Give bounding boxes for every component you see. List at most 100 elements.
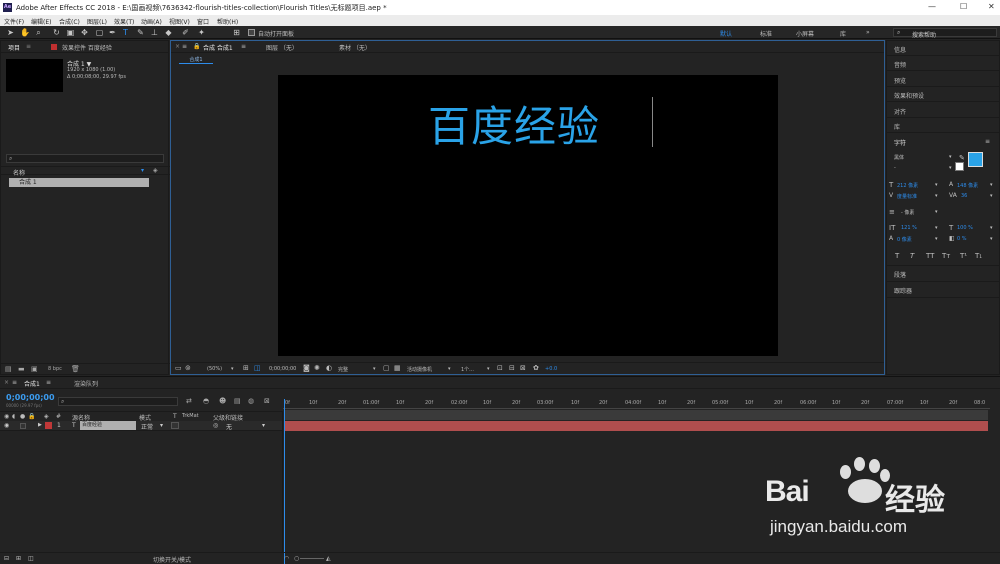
- close-timeline-tab-icon[interactable]: ×: [4, 379, 9, 386]
- tracking-chevron-icon[interactable]: ▾: [990, 193, 993, 199]
- timeline-timecode[interactable]: 0;00;00;00: [6, 393, 55, 402]
- vertical-scale-chevron-icon[interactable]: ▾: [935, 225, 938, 231]
- leading-value[interactable]: 148 像素: [957, 182, 978, 189]
- layer-visibility-icon[interactable]: ◉: [4, 422, 9, 429]
- reset-exposure-icon[interactable]: ✿: [533, 364, 539, 372]
- bpc-label[interactable]: 8 bpc: [48, 366, 62, 372]
- region-of-interest-icon[interactable]: ▢: [383, 364, 390, 372]
- camera-chevron-icon[interactable]: ▾: [448, 366, 451, 372]
- tsume-chevron-icon[interactable]: ▾: [990, 236, 993, 242]
- faux-italic-button[interactable]: T: [910, 252, 914, 260]
- panel-paragraph[interactable]: 段落: [894, 270, 906, 279]
- leading-chevron-icon[interactable]: ▾: [990, 182, 993, 188]
- font-size-value[interactable]: 212 像素: [897, 182, 918, 189]
- tracking-value[interactable]: 36: [961, 193, 967, 199]
- workspace-more-button[interactable]: »: [866, 29, 870, 36]
- layer-switches-icon[interactable]: ⊟: [4, 555, 9, 562]
- column-trkmat[interactable]: TrkMat: [182, 413, 199, 419]
- frame-blending-icon[interactable]: ▤: [234, 397, 241, 405]
- roto-brush-tool-icon[interactable]: ✐: [181, 28, 190, 37]
- grid-icon[interactable]: ⊞: [243, 364, 249, 372]
- font-family-dropdown[interactable]: 黑体: [894, 154, 904, 161]
- layer-trkmat-toggle[interactable]: [171, 422, 179, 429]
- sort-icon[interactable]: ▾: [141, 167, 144, 174]
- zoom-out-icon[interactable]: ◠: [284, 555, 289, 562]
- motion-blur-icon[interactable]: ◍: [248, 397, 254, 405]
- menu-composition[interactable]: 合成(C): [59, 17, 80, 26]
- panel-library[interactable]: 库: [894, 122, 900, 131]
- tab-effects-controls[interactable]: 效果控件 百度经验: [62, 43, 112, 52]
- help-search-input[interactable]: ⌕ 搜索帮助: [893, 28, 997, 39]
- vr-icon[interactable]: ⊚: [185, 364, 191, 372]
- fill-color-swatch[interactable]: [968, 152, 983, 167]
- faux-bold-button[interactable]: T: [895, 252, 899, 260]
- kerning-chevron-icon[interactable]: ▾: [935, 193, 938, 199]
- menu-effect[interactable]: 效果(T): [114, 17, 134, 26]
- zoom-chevron-icon[interactable]: ▾: [231, 366, 234, 372]
- comp-mini-flowchart-icon[interactable]: ⇄: [186, 397, 192, 405]
- font-family-chevron-icon[interactable]: ▾: [949, 154, 952, 160]
- menu-edit[interactable]: 编辑(E): [31, 17, 51, 26]
- zoom-tool-icon[interactable]: ⌕: [34, 28, 43, 37]
- panel-audio[interactable]: 音频: [894, 60, 906, 69]
- parent-chevron-icon[interactable]: ▾: [262, 422, 265, 429]
- panel-character[interactable]: 字符: [894, 138, 906, 147]
- camera-tool-icon[interactable]: ▣: [66, 28, 75, 37]
- timeline-tab-menu-icon[interactable]: ≡: [46, 379, 51, 386]
- pan-behind-tool-icon[interactable]: ✥: [80, 28, 89, 37]
- menu-animation[interactable]: 动画(A): [141, 17, 162, 26]
- tab-menu-icon[interactable]: ≡: [241, 43, 246, 50]
- time-ruler[interactable]: 0f 10f 20f 01:00f 10f 20f 02:00f 10f 20f…: [283, 397, 990, 409]
- layer-expand-icon[interactable]: ▶: [38, 422, 42, 428]
- mask-visibility-icon[interactable]: ◫: [254, 364, 261, 372]
- workspace-small-screen[interactable]: 小屏幕: [796, 29, 814, 38]
- transfer-controls-icon[interactable]: ⊞: [16, 555, 21, 562]
- menu-help[interactable]: 帮助(H): [217, 17, 238, 26]
- stroke-width-value[interactable]: - 像素: [901, 209, 914, 216]
- new-comp-icon[interactable]: ▣: [31, 365, 38, 373]
- font-size-chevron-icon[interactable]: ▾: [935, 182, 938, 188]
- panel-menu-icon[interactable]: ≡: [182, 43, 187, 50]
- timeline-search-input[interactable]: ⌕: [58, 397, 178, 406]
- show-channel-icon[interactable]: ✺: [314, 364, 320, 372]
- in-out-icon[interactable]: ◫: [28, 555, 34, 562]
- kerning-value[interactable]: 度量标准: [897, 193, 917, 200]
- draft-3d-icon[interactable]: ◓: [203, 397, 209, 405]
- subscript-button[interactable]: T₁: [975, 252, 982, 260]
- tab-layer[interactable]: 图层 （无）: [266, 43, 298, 52]
- workspace-default[interactable]: 默认: [720, 29, 732, 38]
- font-style-dropdown[interactable]: -: [894, 165, 896, 171]
- zoom-dropdown[interactable]: (50%): [207, 366, 222, 372]
- lock-icon[interactable]: 🔒: [193, 43, 200, 50]
- comp-flowchart-icon[interactable]: ⊠: [520, 364, 526, 372]
- work-area-bar[interactable]: [285, 410, 988, 420]
- layer-mode-chevron-icon[interactable]: ▾: [160, 422, 163, 429]
- rectangle-tool-icon[interactable]: ▢: [95, 28, 104, 37]
- solo-toggle-icon[interactable]: ●: [20, 413, 25, 420]
- shy-layers-icon[interactable]: ☻: [219, 397, 226, 405]
- superscript-button[interactable]: T¹: [960, 252, 967, 260]
- eraser-tool-icon[interactable]: ◆: [164, 28, 173, 37]
- zoom-slider-handle[interactable]: ○: [294, 555, 299, 562]
- timeline-menu-icon[interactable]: ≡: [12, 379, 17, 386]
- font-style-chevron-icon[interactable]: ▾: [949, 165, 952, 171]
- comp-breadcrumb[interactable]: 合成1: [179, 56, 213, 64]
- panel-info[interactable]: 信息: [894, 45, 906, 54]
- stroke-width-chevron-icon[interactable]: ▾: [935, 209, 938, 215]
- tsume-value[interactable]: 0 %: [957, 236, 967, 242]
- project-search-input[interactable]: ⌕: [6, 154, 164, 163]
- timeline-icon[interactable]: ⊟: [509, 364, 515, 372]
- delete-icon[interactable]: 🗑: [71, 365, 80, 373]
- layer-name[interactable]: 百度经验: [80, 421, 136, 430]
- canvas-text-layer[interactable]: 百度经验: [428, 93, 600, 154]
- type-tool-icon[interactable]: T: [121, 28, 130, 37]
- quality-dropdown[interactable]: 完整: [338, 366, 348, 373]
- layer-label-color[interactable]: [45, 422, 52, 429]
- views-dropdown[interactable]: 1个...: [461, 366, 474, 373]
- column-t[interactable]: T: [173, 413, 177, 420]
- layer-duration-bar[interactable]: [285, 421, 988, 431]
- workspace-library[interactable]: 库: [840, 29, 846, 38]
- snapshot-icon[interactable]: ◙: [303, 364, 310, 372]
- menu-view[interactable]: 视图(V): [169, 17, 190, 26]
- all-caps-button[interactable]: TT: [926, 252, 934, 260]
